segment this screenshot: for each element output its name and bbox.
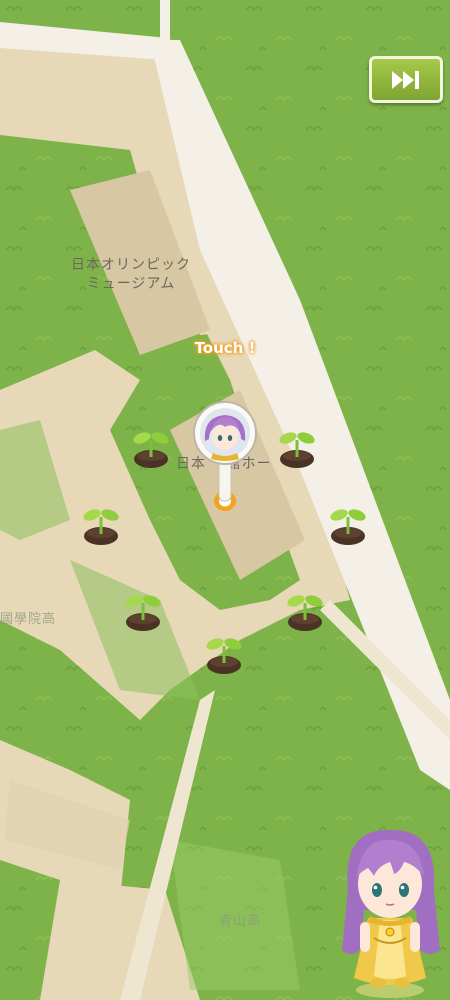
chibi-character[interactable] xyxy=(330,820,450,1000)
sprout[interactable] xyxy=(285,589,325,633)
sprout[interactable] xyxy=(328,503,368,547)
character-location-pin[interactable] xyxy=(191,401,259,515)
museum-label: 日本オリンピック ミュージアム xyxy=(71,257,191,292)
sprout[interactable] xyxy=(277,426,317,470)
sprout[interactable] xyxy=(81,503,121,547)
school-left-label: 國學院高 xyxy=(0,612,57,627)
sprout[interactable] xyxy=(123,589,163,633)
touch-prompt: Touch ! xyxy=(194,339,256,357)
fast-forward-icon xyxy=(392,71,419,89)
school-bottom-label: 青山高 xyxy=(218,914,261,929)
road-north xyxy=(160,0,170,40)
sprout[interactable] xyxy=(131,426,171,470)
sprout[interactable] xyxy=(204,632,244,676)
skip-button[interactable] xyxy=(369,56,443,103)
